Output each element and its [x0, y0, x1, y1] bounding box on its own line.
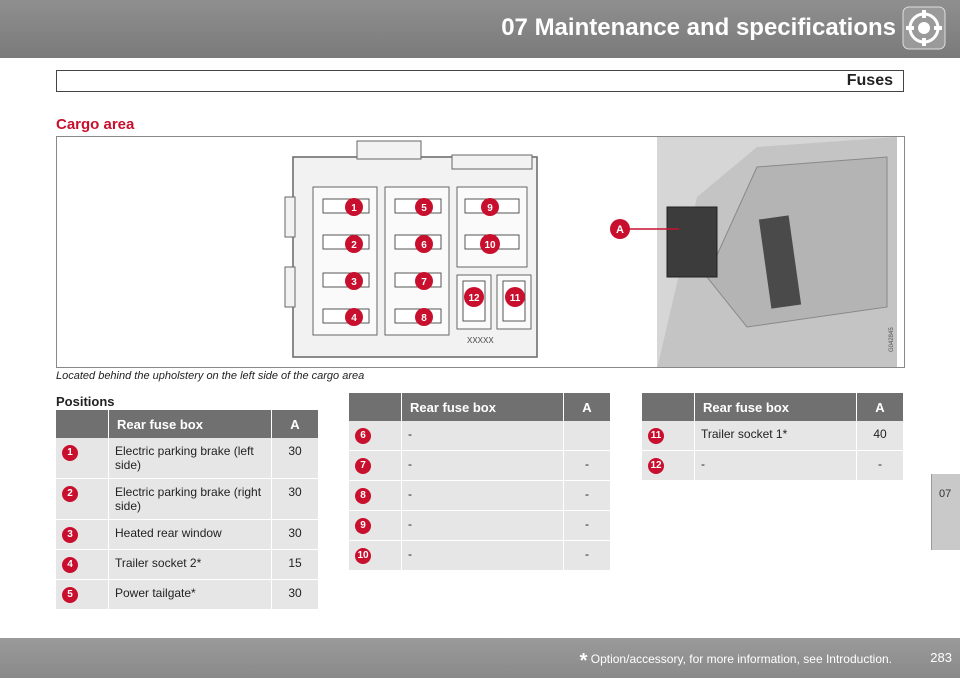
table-header-amp: A: [856, 393, 904, 421]
position-badge: 5: [62, 587, 78, 603]
table-row: 3 Heated rear window 30: [56, 519, 319, 550]
position-badge: 7: [355, 458, 371, 474]
fuse-amp: 40: [856, 421, 904, 451]
page-header: 07 Maintenance and specifications: [0, 0, 960, 58]
fuse-label-7: 7: [421, 277, 427, 288]
position-badge: 4: [62, 557, 78, 573]
table-header-num: [642, 393, 695, 421]
fuse-amp: 30: [271, 478, 319, 520]
fuse-amp: -: [563, 510, 611, 541]
fuse-name: Electric parking brake (left side): [108, 438, 272, 479]
position-badge: 6: [355, 428, 371, 444]
table-row: 4 Trailer socket 2* 15: [56, 549, 319, 580]
fuse-label-11: 11: [510, 293, 521, 304]
table-row: 5 Power tailgate* 30: [56, 579, 319, 610]
fuse-label-3: 3: [351, 277, 357, 288]
position-badge: 10: [355, 548, 371, 564]
fuse-label-1: 1: [351, 203, 357, 214]
fuse-label-4: 4: [351, 313, 357, 324]
fuse-label-10: 10: [484, 240, 496, 251]
fuse-name: -: [401, 510, 564, 541]
fuse-name: -: [401, 450, 564, 481]
figure-caption: Located behind the upholstery on the lef…: [56, 370, 365, 382]
table-header-row: Rear fuse box A: [56, 410, 319, 438]
table-row: 8 - -: [349, 480, 611, 511]
fuse-amp: 30: [271, 579, 319, 610]
position-badge: 8: [355, 488, 371, 504]
position-badge: 11: [648, 428, 664, 444]
table-row: 7 - -: [349, 450, 611, 481]
table-header-name: Rear fuse box: [694, 393, 857, 421]
table-header-amp: A: [271, 410, 319, 438]
section-title: Fuses: [846, 72, 893, 89]
table-header-name: Rear fuse box: [401, 393, 564, 421]
fuse-label-8: 8: [421, 313, 427, 324]
fuse-label-6: 6: [421, 240, 427, 251]
table-row: 10 - -: [349, 540, 611, 571]
chapter-title: 07 Maintenance and specifications: [501, 14, 896, 41]
fuse-table-3: Rear fuse box A 11 Trailer socket 1* 40 …: [642, 393, 904, 481]
fuse-name: Power tailgate*: [108, 579, 272, 610]
table-row: 11 Trailer socket 1* 40: [642, 421, 904, 451]
fuse-amp: -: [563, 450, 611, 481]
fuse-amp: 30: [271, 519, 319, 550]
position-badge: 1: [62, 445, 78, 461]
table-row: 6 -: [349, 421, 611, 451]
figure-code: G042845: [889, 327, 895, 352]
page-number: 283: [930, 650, 952, 665]
chapter-side-tab: 07: [931, 474, 960, 550]
position-badge: 12: [648, 458, 664, 474]
position-badge: 2: [62, 486, 78, 502]
position-badge: 9: [355, 518, 371, 534]
fuse-name: -: [694, 450, 857, 481]
fuse-name: Heated rear window: [108, 519, 272, 550]
table-header-row: Rear fuse box A: [642, 393, 904, 421]
fuse-name: Trailer socket 1*: [694, 421, 857, 451]
fuse-label-12: 12: [468, 293, 480, 304]
footnote-text: Option/accessory, for more information, …: [590, 652, 892, 666]
fuse-box-figure: XXXXX 1 2 3 4 5 6 7 8 9 10 12 11 A G0428…: [56, 136, 905, 368]
fuse-amp: -: [856, 450, 904, 481]
table-row: 9 - -: [349, 510, 611, 541]
table-header-name: Rear fuse box: [108, 410, 272, 438]
fuse-box-diagram: XXXXX 1 2 3 4 5 6 7 8 9 10 12 11 A G0428…: [284, 137, 897, 367]
positions-label: Positions: [56, 394, 115, 409]
connector-label: XXXXX: [467, 336, 494, 345]
fuse-name: -: [401, 421, 564, 451]
fuse-table-1: Rear fuse box A 1 Electric parking brake…: [56, 410, 319, 610]
footnote-star: *: [579, 650, 588, 672]
fuse-amp: [563, 421, 611, 451]
page-footer: * Option/accessory, for more information…: [0, 638, 960, 678]
fuse-label-2: 2: [351, 240, 357, 251]
fuse-name: Trailer socket 2*: [108, 549, 272, 580]
fuse-label-5: 5: [421, 203, 427, 214]
table-row: 12 - -: [642, 450, 904, 481]
position-badge: 3: [62, 527, 78, 543]
fuse-amp: -: [563, 540, 611, 571]
table-row: 2 Electric parking brake (right side) 30: [56, 478, 319, 520]
section-bar: Fuses: [56, 70, 904, 92]
fuse-label-9: 9: [487, 203, 493, 214]
cargo-area-title: Cargo area: [56, 116, 135, 133]
table-row: 1 Electric parking brake (left side) 30: [56, 438, 319, 479]
footnote: * Option/accessory, for more information…: [580, 650, 892, 673]
fuse-amp: 15: [271, 549, 319, 580]
fuse-amp: -: [563, 480, 611, 511]
fuse-name: Electric parking brake (right side): [108, 478, 272, 520]
table-header-amp: A: [563, 393, 611, 421]
callout-a: A: [616, 224, 624, 236]
fuse-name: -: [401, 540, 564, 571]
table-header-num: [56, 410, 109, 438]
fuse-name: -: [401, 480, 564, 511]
fuse-amp: 30: [271, 438, 319, 479]
fuse-table-2: Rear fuse box A 6 - 7 - - 8 - - 9 - - 10…: [349, 393, 611, 571]
table-header-num: [349, 393, 402, 421]
chapter-side-tab-label: 07: [939, 488, 952, 500]
table-header-row: Rear fuse box A: [349, 393, 611, 421]
wrench-gear-icon: [902, 6, 946, 50]
